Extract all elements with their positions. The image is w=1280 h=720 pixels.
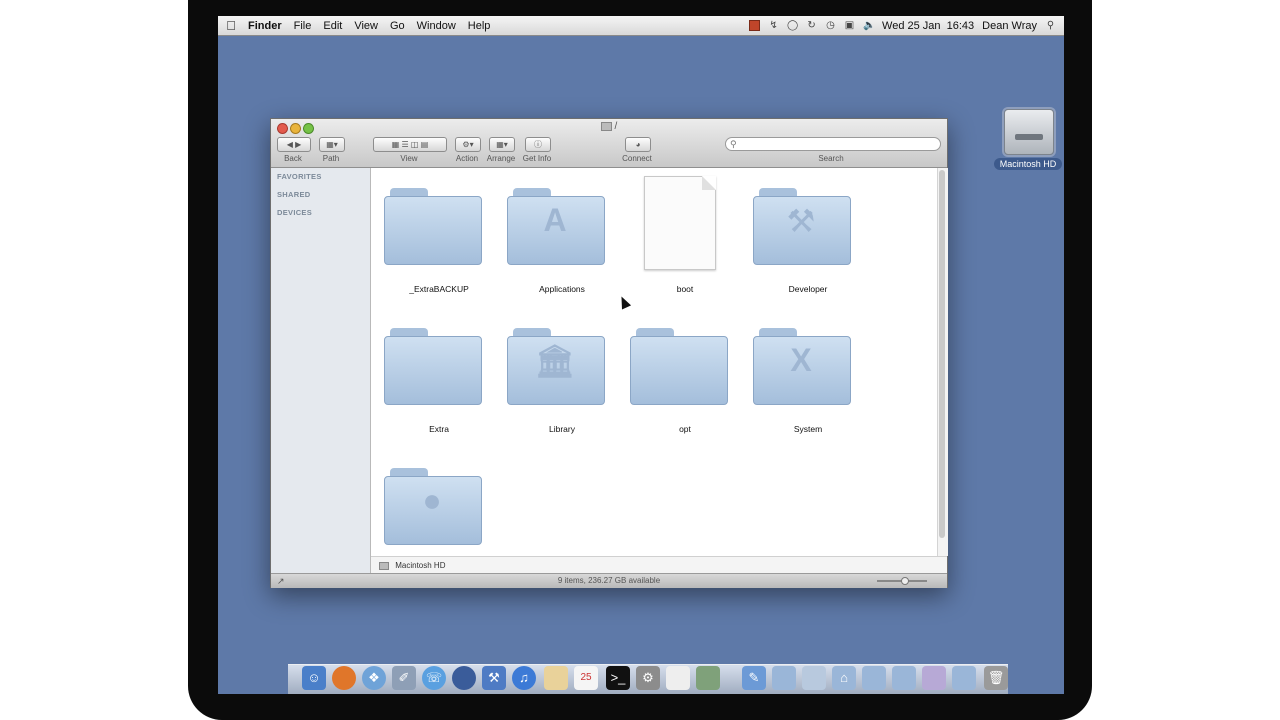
preview-icon[interactable]: ✐ — [392, 666, 416, 690]
firefox-icon[interactable] — [332, 666, 356, 690]
downloads-icon[interactable]: ✎ — [742, 666, 766, 690]
menu-go[interactable]: Go — [386, 20, 413, 32]
scroll-thumb[interactable] — [939, 170, 945, 538]
search-icon: ⚲ — [730, 139, 737, 149]
arrange-label: Arrange — [486, 154, 516, 163]
item-label: _ExtraBACKUP — [409, 284, 469, 294]
menu-window[interactable]: Window — [413, 20, 464, 32]
menu-finder[interactable]: Finder — [244, 20, 290, 32]
applications-icon[interactable] — [802, 666, 826, 690]
system-preferences-icon[interactable]: ⚙ — [636, 666, 660, 690]
safari-icon[interactable]: ❖ — [362, 666, 386, 690]
system-folder-icon: X — [753, 328, 851, 405]
spotlight-icon[interactable]: ⚲ — [1045, 20, 1056, 31]
search-label: Search — [818, 154, 844, 163]
sidebar-favorites-header[interactable]: FAVORITES — [277, 172, 322, 181]
menu-view[interactable]: View — [350, 20, 386, 32]
photo-icon[interactable] — [696, 666, 720, 690]
timer-icon[interactable]: ◷ — [825, 20, 836, 31]
folder-icon[interactable] — [862, 666, 886, 690]
path-bar: Macintosh HD — [371, 556, 947, 574]
apple-menu-icon[interactable]:  — [218, 18, 244, 33]
folder-icon[interactable] — [922, 666, 946, 690]
sidebar-shared-header[interactable]: SHARED — [277, 190, 310, 199]
menu-edit[interactable]: Edit — [319, 20, 350, 32]
applications-folder-icon: A — [507, 188, 605, 265]
item-label: Applications — [539, 284, 585, 294]
ichat-icon[interactable]: ☏ — [422, 666, 446, 690]
folder-icon — [630, 328, 728, 405]
back-label: Back — [284, 154, 302, 163]
back-forward-button[interactable]: ◀ ▶ — [277, 137, 311, 152]
trash-icon[interactable]: 🗑 — [984, 666, 1008, 690]
record-icon[interactable] — [749, 20, 761, 31]
sync-icon[interactable]: ↻ — [806, 20, 817, 31]
folder-icon[interactable] — [772, 666, 796, 690]
terminal-icon[interactable]: >_ — [606, 666, 630, 690]
document-icon — [644, 176, 716, 270]
hard-drive-label[interactable]: Macintosh HD — [994, 158, 1062, 170]
icon-size-slider-knob[interactable] — [901, 577, 909, 585]
itunes-icon[interactable]: ♫ — [512, 666, 536, 690]
volume-icon[interactable]: 🔈 — [863, 20, 875, 31]
drive-path-icon[interactable] — [379, 561, 389, 570]
menu-file[interactable]: File — [290, 20, 320, 32]
folder-icon[interactable] — [892, 666, 916, 690]
window-toolbar: / ◀ ▶ Back ▦▾ Path ▦ ☰ ◫ ▤ View ⚙▾ Actio… — [271, 119, 947, 168]
sidebar: FAVORITES SHARED DEVICES — [271, 168, 371, 573]
status-bar: ↗ 9 items, 236.27 GB available — [271, 573, 947, 588]
hard-drive-icon[interactable] — [1004, 109, 1054, 155]
item-label: Extra — [429, 424, 449, 434]
view-label: View — [400, 154, 418, 163]
item-label: Developer — [788, 284, 828, 294]
connect-button[interactable]: ◕ — [625, 137, 651, 152]
item-label: Library — [549, 424, 575, 434]
arrange-button[interactable]: ▦▾ — [489, 137, 515, 152]
bluetooth-icon[interactable]: ↯ — [768, 20, 779, 31]
menu-bar:  Finder File Edit View Go Window Help ↯… — [218, 16, 1064, 36]
item-label: opt — [679, 424, 691, 434]
mouse-pointer-icon — [616, 294, 632, 310]
window-title: / — [271, 121, 947, 132]
calendar-icon[interactable]: 25 — [574, 666, 598, 690]
view-segmented-control[interactable]: ▦ ☰ ◫ ▤ — [373, 137, 447, 152]
path-button[interactable]: ▦▾ — [319, 137, 345, 152]
path-bar-item[interactable]: Macintosh HD — [395, 561, 445, 570]
menu-user[interactable]: Dean Wray — [982, 20, 1037, 32]
time-machine-icon[interactable]: ◯ — [787, 20, 798, 31]
search-input[interactable]: ⚲ — [725, 137, 941, 151]
notes-icon[interactable] — [544, 666, 568, 690]
desktop-screen:  Finder File Edit View Go Window Help ↯… — [218, 16, 1064, 694]
item-label: boot — [676, 284, 694, 294]
sidebar-devices-header[interactable]: DEVICES — [277, 208, 312, 217]
status-text: 9 items, 236.27 GB available — [557, 576, 661, 585]
get-info-button[interactable]: ⓘ — [525, 137, 551, 152]
xcode-icon[interactable]: ⚒ — [482, 666, 506, 690]
icon-view: _ExtraBACKUP A Applications boot ⚒ Devel… — [371, 168, 937, 556]
vertical-scrollbar[interactable] — [937, 168, 948, 556]
textedit-icon[interactable] — [666, 666, 690, 690]
drive-small-icon — [600, 121, 612, 131]
display-icon[interactable]: ▣ — [844, 20, 855, 31]
finder-window: / ◀ ▶ Back ▦▾ Path ▦ ☰ ◫ ▤ View ⚙▾ Actio… — [270, 118, 948, 588]
menu-clock[interactable]: Wed 25 Jan 16:43 — [882, 20, 974, 32]
users-folder-icon: ● — [384, 468, 482, 545]
folder-icon — [384, 328, 482, 405]
get-info-label: Get Info — [522, 154, 552, 163]
action-button[interactable]: ⚙▾ — [455, 137, 481, 152]
folder-icon[interactable] — [952, 666, 976, 690]
connect-label: Connect — [622, 154, 652, 163]
home-icon[interactable]: ⌂ — [832, 666, 856, 690]
network-icon[interactable] — [452, 666, 476, 690]
action-label: Action — [455, 154, 479, 163]
developer-folder-icon: ⚒ — [753, 188, 851, 265]
library-folder-icon: 🏛 — [507, 328, 605, 405]
path-label: Path — [322, 154, 340, 163]
item-label: System — [793, 424, 823, 434]
finder-icon[interactable]: ☺ — [302, 666, 326, 690]
menu-extras: ↯ ◯ ↻ ◷ ▣ 🔈 Wed 25 Jan 16:43 Dean Wray ⚲ — [749, 20, 1064, 32]
menu-help[interactable]: Help — [464, 20, 499, 32]
folder-icon — [384, 188, 482, 265]
